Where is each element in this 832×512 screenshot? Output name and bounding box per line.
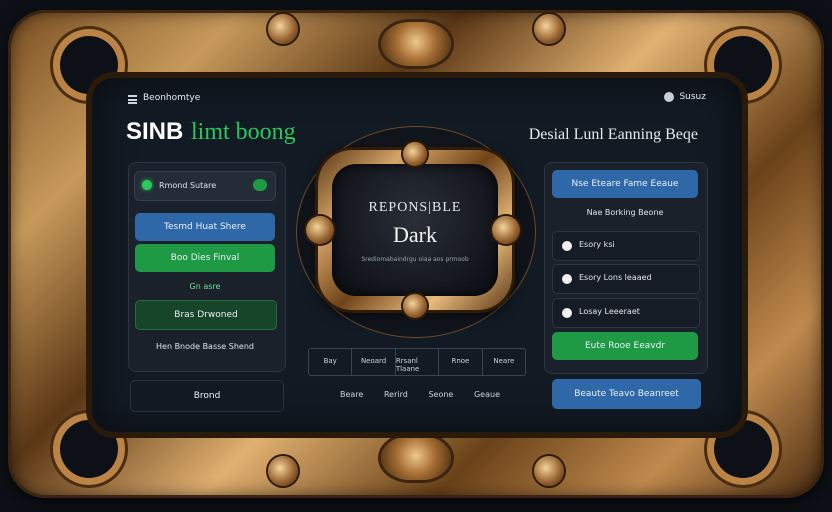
bottom-link[interactable]: Seone — [428, 390, 453, 399]
page-title: Desial Lunl Eanning Beqe — [528, 126, 698, 143]
frame-knob — [534, 456, 564, 486]
right-bottom-button[interactable]: Beaute Teavo Beanreet — [552, 379, 701, 409]
toggle-label: Rmond Sutare — [159, 181, 217, 190]
left-bottom-button[interactable]: Brond — [130, 380, 284, 412]
left-button-2[interactable]: Boo Dies Finval — [135, 244, 275, 272]
option-row[interactable]: Esory Lons leaaed — [552, 264, 700, 294]
option-label: Esory Lons leaaed — [579, 273, 652, 282]
frame-crest-top — [381, 22, 451, 66]
radio-button[interactable] — [562, 308, 572, 318]
hero-title: REPONS|BLE — [368, 200, 462, 215]
mirror-ornament — [403, 142, 427, 166]
right-button-1[interactable]: Nse Eteare Fame Eeaue — [552, 170, 698, 198]
tab-rrsanl[interactable]: Rrsanl Tlaane — [396, 349, 440, 375]
frame-knob — [268, 456, 298, 486]
logo-primary-text: SINB — [126, 118, 184, 145]
left-footer-text: Hen Bnode Basse Shend — [156, 342, 254, 351]
frame-knob — [268, 14, 298, 44]
bottom-links: Beare Rerird Seone Geaue — [340, 390, 500, 399]
option-row[interactable]: Losay Leeeraet — [552, 298, 700, 328]
left-button-3[interactable]: Bras Drwoned — [135, 300, 277, 330]
tab-neare[interactable]: Neare — [483, 349, 525, 375]
top-bar: Beonhomtye Susuz — [128, 92, 708, 108]
bottom-link[interactable]: Beare — [340, 390, 363, 399]
frame-knob — [534, 14, 564, 44]
brand-name: Beonhomtye — [143, 93, 201, 103]
mirror-display: REPONS|BLE Dark Srediomabaindrgu oiaa ao… — [332, 164, 498, 296]
hero-subtitle: Dark — [393, 222, 437, 247]
mirror-frame: REPONS|BLE Dark Srediomabaindrgu oiaa ao… — [318, 150, 512, 310]
toggle-switch[interactable] — [253, 179, 267, 191]
tab-neoard[interactable]: Neoard — [352, 349, 396, 375]
logo-secondary-text: limt boong — [190, 119, 296, 145]
logo: SINB limt boong — [126, 117, 296, 146]
tab-bay[interactable]: Bay — [309, 349, 353, 375]
hero-caption: Srediomabaindrgu oiaa aos prmoob — [361, 256, 469, 263]
toggle-row[interactable]: Rmond Sutare — [134, 171, 276, 201]
left-button-1[interactable]: Tesmd Huat Shere — [135, 213, 275, 241]
right-button-2[interactable]: Eute Rooe Eeavdr — [552, 332, 698, 360]
menu-icon[interactable] — [128, 95, 137, 104]
mirror-ornament — [403, 294, 427, 318]
mirror-ornament — [492, 216, 520, 244]
option-row[interactable]: Esory ksi — [552, 231, 700, 261]
tab-rnoe[interactable]: Rnoe — [439, 349, 483, 375]
right-label: Nae Borking Beone — [586, 208, 664, 217]
mirror-ornament — [306, 216, 334, 244]
option-label: Losay Leeeraet — [579, 307, 640, 316]
bottom-link[interactable]: Geaue — [474, 390, 500, 399]
user-menu[interactable]: Susuz — [664, 92, 706, 102]
radio-button[interactable] — [562, 241, 572, 251]
user-icon — [664, 92, 675, 102]
green-label: Gn asre — [189, 282, 221, 291]
tab-bar: Bay Neoard Rrsanl Tlaane Rnoe Neare — [308, 348, 526, 376]
radio-button[interactable] — [562, 274, 572, 284]
status-dot — [142, 180, 152, 190]
option-label: Esory ksi — [579, 240, 615, 249]
bottom-link[interactable]: Rerird — [384, 390, 408, 399]
user-label: Susuz — [679, 92, 706, 102]
frame-crest-bottom — [381, 436, 451, 480]
